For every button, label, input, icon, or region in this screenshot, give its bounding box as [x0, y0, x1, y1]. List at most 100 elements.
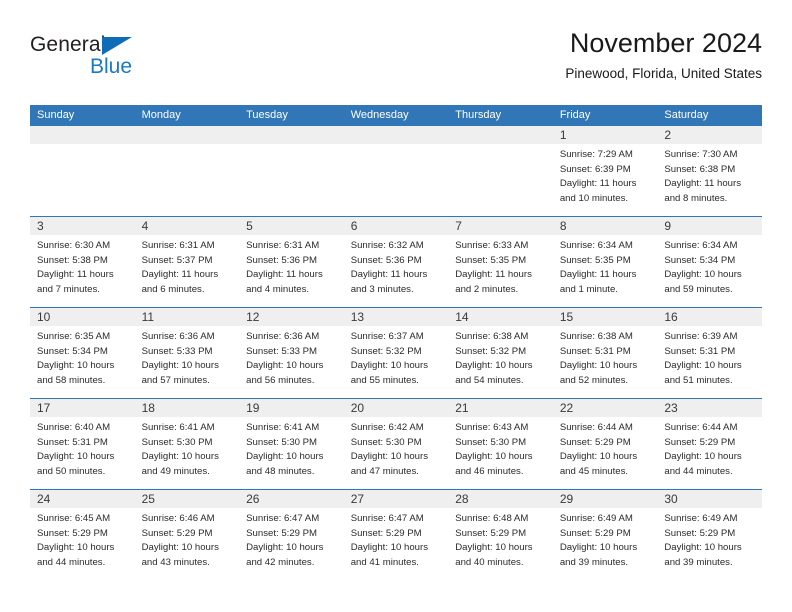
calendar-day-cell[interactable]: 22 Sunrise: 6:44 AM Sunset: 5:29 PM Dayligh… [552, 399, 658, 489]
sunrise-time: Sunrise: 6:47 AM [246, 513, 320, 524]
day-details: Sunrise: 6:32 AM Sunset: 5:36 PM Daylight:… [344, 235, 449, 297]
day-number: 18 [134, 399, 240, 417]
sunrise-time: Sunrise: 6:38 AM [455, 331, 529, 342]
calendar-day-cell[interactable]: 9 Sunrise: 6:34 AM Sunset: 5:34 PM Daylight… [657, 217, 762, 307]
calendar-day-cell[interactable]: 18 Sunrise: 6:41 AM Sunset: 5:30 PM Dayligh… [134, 399, 240, 489]
sunrise-time: Sunrise: 6:34 AM [664, 240, 738, 251]
daylight-duration-line1: Daylight: 10 hours [455, 360, 533, 372]
sunrise-time: Sunrise: 6:42 AM [350, 422, 424, 433]
sunset-time: Sunset: 5:31 PM [664, 345, 736, 357]
calendar-day-cell[interactable]: 27 Sunrise: 6:47 AM Sunset: 5:29 PM Dayligh… [343, 490, 449, 580]
day-details: Sunrise: 6:46 AM Sunset: 5:29 PM Daylight:… [135, 508, 240, 570]
calendar-day-cell[interactable]: 23 Sunrise: 6:44 AM Sunset: 5:29 PM Dayligh… [657, 399, 762, 489]
calendar-day-cell[interactable]: 10 Sunrise: 6:35 AM Sunset: 5:34 PM Dayligh… [30, 308, 135, 398]
sunset-time: Sunset: 5:29 PM [350, 527, 422, 539]
calendar-day-cell[interactable]: 2 Sunrise: 7:30 AM Sunset: 6:38 PM Daylight… [657, 126, 762, 216]
day-number: 7 [448, 217, 553, 235]
calendar-day-cell[interactable]: 30 Sunrise: 6:49 AM Sunset: 5:29 PM Dayligh… [657, 490, 762, 580]
day-number: 10 [30, 308, 135, 326]
daylight-duration-line2: and 46 minutes. [455, 465, 524, 477]
sunrise-time: Sunrise: 6:44 AM [559, 422, 633, 433]
calendar-day-cell[interactable]: 6 Sunrise: 6:32 AM Sunset: 5:36 PM Daylight… [343, 217, 449, 307]
calendar-day-cell[interactable]: 15 Sunrise: 6:38 AM Sunset: 5:31 PM Dayligh… [552, 308, 658, 398]
day-details: Sunrise: 6:39 AM Sunset: 5:31 PM Daylight:… [657, 326, 762, 388]
weekday-header-sunday: Sunday [37, 109, 75, 121]
sunrise-time: Sunrise: 6:31 AM [141, 240, 215, 251]
calendar-day-cell-empty [343, 126, 449, 216]
calendar-day-cell[interactable]: 14 Sunrise: 6:38 AM Sunset: 5:32 PM Dayligh… [448, 308, 553, 398]
day-number: 9 [657, 217, 762, 235]
day-number: 14 [448, 308, 553, 326]
calendar-day-cell[interactable]: 4 Sunrise: 6:31 AM Sunset: 5:37 PM Daylight… [134, 217, 240, 307]
weekday-header-tuesday: Tuesday [246, 109, 288, 121]
weekday-header-thursday: Thursday [455, 109, 502, 121]
sunset-time: Sunset: 5:31 PM [559, 345, 631, 357]
calendar-day-cell[interactable]: 3 Sunrise: 6:30 AM Sunset: 5:38 PM Daylight… [30, 217, 135, 307]
day-number: 23 [657, 399, 762, 417]
sunset-time: Sunset: 5:29 PM [559, 527, 631, 539]
calendar-day-cell[interactable]: 17 Sunrise: 6:40 AM Sunset: 5:31 PM Dayligh… [30, 399, 135, 489]
calendar-day-cell[interactable]: 26 Sunrise: 6:47 AM Sunset: 5:29 PM Dayligh… [239, 490, 344, 580]
daylight-duration-line1: Daylight: 10 hours [664, 451, 742, 463]
calendar-day-cell[interactable]: 20 Sunrise: 6:42 AM Sunset: 5:30 PM Dayligh… [343, 399, 449, 489]
sunrise-time: Sunrise: 6:49 AM [664, 513, 738, 524]
sunset-time: Sunset: 5:38 PM [37, 254, 108, 266]
day-number: 26 [239, 490, 344, 508]
calendar-day-cell[interactable]: 8 Sunrise: 6:34 AM Sunset: 5:35 PM Daylight… [552, 217, 658, 307]
calendar-day-cell[interactable]: 21 Sunrise: 6:43 AM Sunset: 5:30 PM Dayligh… [448, 399, 553, 489]
day-details: Sunrise: 6:49 AM Sunset: 5:29 PM Daylight:… [657, 508, 762, 570]
sunrise-time: Sunrise: 6:46 AM [141, 513, 215, 524]
calendar-table: Sunday Monday Tuesday Wednesday Thursday Frid… [30, 105, 762, 580]
sunrise-time: Sunrise: 6:35 AM [37, 331, 111, 342]
daylight-duration-line2: and 59 minutes. [664, 283, 733, 295]
daylight-duration-line1: Daylight: 10 hours [455, 542, 533, 554]
day-details: Sunrise: 6:34 AM Sunset: 5:34 PM Daylight:… [657, 235, 762, 297]
day-number: 24 [30, 490, 135, 508]
daylight-duration-line1: Daylight: 10 hours [246, 360, 324, 372]
calendar-day-cell[interactable]: 29 Sunrise: 6:49 AM Sunset: 5:29 PM Dayligh… [552, 490, 658, 580]
daylight-duration-line2: and 58 minutes. [37, 374, 106, 386]
calendar-day-cell[interactable]: 19 Sunrise: 6:41 AM Sunset: 5:30 PM Dayligh… [239, 399, 344, 489]
logo-text-blue: Blue [90, 55, 133, 78]
daylight-duration-line1: Daylight: 11 hours [455, 269, 532, 281]
calendar-day-cell[interactable]: 24 Sunrise: 6:45 AM Sunset: 5:29 PM Dayligh… [30, 490, 135, 580]
day-details: Sunrise: 6:49 AM Sunset: 5:29 PM Daylight:… [553, 508, 658, 570]
day-details: Sunrise: 6:44 AM Sunset: 5:29 PM Daylight:… [553, 417, 658, 479]
day-number [134, 126, 240, 144]
daylight-duration-line2: and 48 minutes. [246, 465, 315, 477]
sunrise-time: Sunrise: 6:41 AM [246, 422, 320, 433]
calendar-day-cell[interactable]: 7 Sunrise: 6:33 AM Sunset: 5:35 PM Daylight… [448, 217, 553, 307]
day-number: 30 [657, 490, 762, 508]
sunset-time: Sunset: 5:34 PM [37, 345, 108, 357]
day-details: Sunrise: 6:47 AM Sunset: 5:29 PM Daylight:… [344, 508, 449, 570]
calendar-day-cell[interactable]: 12 Sunrise: 6:36 AM Sunset: 5:33 PM Dayligh… [239, 308, 344, 398]
calendar-day-cell[interactable]: 1 Sunrise: 7:29 AM Sunset: 6:39 PM Daylight… [552, 126, 658, 216]
daylight-duration-line2: and 8 minutes. [664, 192, 728, 204]
calendar-day-cell[interactable]: 28 Sunrise: 6:48 AM Sunset: 5:29 PM Dayligh… [448, 490, 553, 580]
daylight-duration-line2: and 4 minutes. [246, 283, 310, 295]
day-details: Sunrise: 6:48 AM Sunset: 5:29 PM Daylight:… [448, 508, 553, 570]
calendar-day-cell-empty [30, 126, 135, 216]
sunset-time: Sunset: 5:29 PM [559, 436, 631, 448]
daylight-duration-line2: and 1 minute. [559, 283, 618, 295]
calendar-day-cell[interactable]: 11 Sunrise: 6:36 AM Sunset: 5:33 PM Dayligh… [134, 308, 240, 398]
calendar-day-cell[interactable]: 5 Sunrise: 6:31 AM Sunset: 5:36 PM Daylight… [239, 217, 344, 307]
day-number: 2 [657, 126, 762, 144]
day-details: Sunrise: 6:40 AM Sunset: 5:31 PM Daylight:… [30, 417, 135, 479]
daylight-duration-line2: and 10 minutes. [559, 192, 629, 204]
day-details: Sunrise: 6:33 AM Sunset: 5:35 PM Daylight:… [448, 235, 553, 297]
general-blue-logo[interactable]: General Blue [30, 34, 160, 90]
day-details: Sunrise: 6:38 AM Sunset: 5:32 PM Daylight:… [448, 326, 553, 388]
day-number [448, 126, 553, 144]
sunrise-time: Sunrise: 6:33 AM [455, 240, 529, 251]
daylight-duration-line1: Daylight: 10 hours [141, 360, 219, 372]
calendar-day-cell[interactable]: 13 Sunrise: 6:37 AM Sunset: 5:32 PM Dayligh… [343, 308, 449, 398]
day-number: 20 [343, 399, 449, 417]
daylight-duration-line1: Daylight: 10 hours [37, 542, 115, 554]
sunrise-time: Sunrise: 6:32 AM [350, 240, 424, 251]
calendar-day-cell[interactable]: 25 Sunrise: 6:46 AM Sunset: 5:29 PM Dayligh… [134, 490, 240, 580]
sunrise-time: Sunrise: 6:30 AM [37, 240, 111, 251]
daylight-duration-line1: Daylight: 10 hours [559, 451, 638, 463]
calendar-day-cell[interactable]: 16 Sunrise: 6:39 AM Sunset: 5:31 PM Dayligh… [657, 308, 762, 398]
daylight-duration-line1: Daylight: 10 hours [559, 360, 638, 372]
